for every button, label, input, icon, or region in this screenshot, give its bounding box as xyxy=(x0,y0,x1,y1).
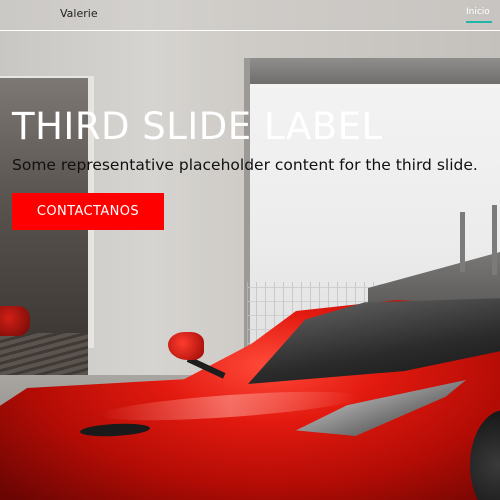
slide-description: Some representative placeholder content … xyxy=(12,156,478,174)
door-header xyxy=(247,58,500,84)
poster-car xyxy=(0,306,30,336)
nav-link-inicio[interactable]: Inicio xyxy=(466,7,490,17)
contact-button[interactable]: CONTACTANOS xyxy=(12,193,164,230)
outdoor-pole xyxy=(460,212,465,272)
nav-active-indicator xyxy=(466,21,492,23)
navbar: Valerie Inicio xyxy=(0,0,500,31)
car-side-mirror xyxy=(168,332,204,360)
outdoor-pole xyxy=(492,205,497,275)
slide-title: THIRD SLIDE LABEL xyxy=(12,105,383,148)
carousel-caption: THIRD SLIDE LABEL Some representative pl… xyxy=(12,103,492,174)
carousel-background-image xyxy=(0,0,500,500)
navbar-brand[interactable]: Valerie xyxy=(60,7,98,20)
